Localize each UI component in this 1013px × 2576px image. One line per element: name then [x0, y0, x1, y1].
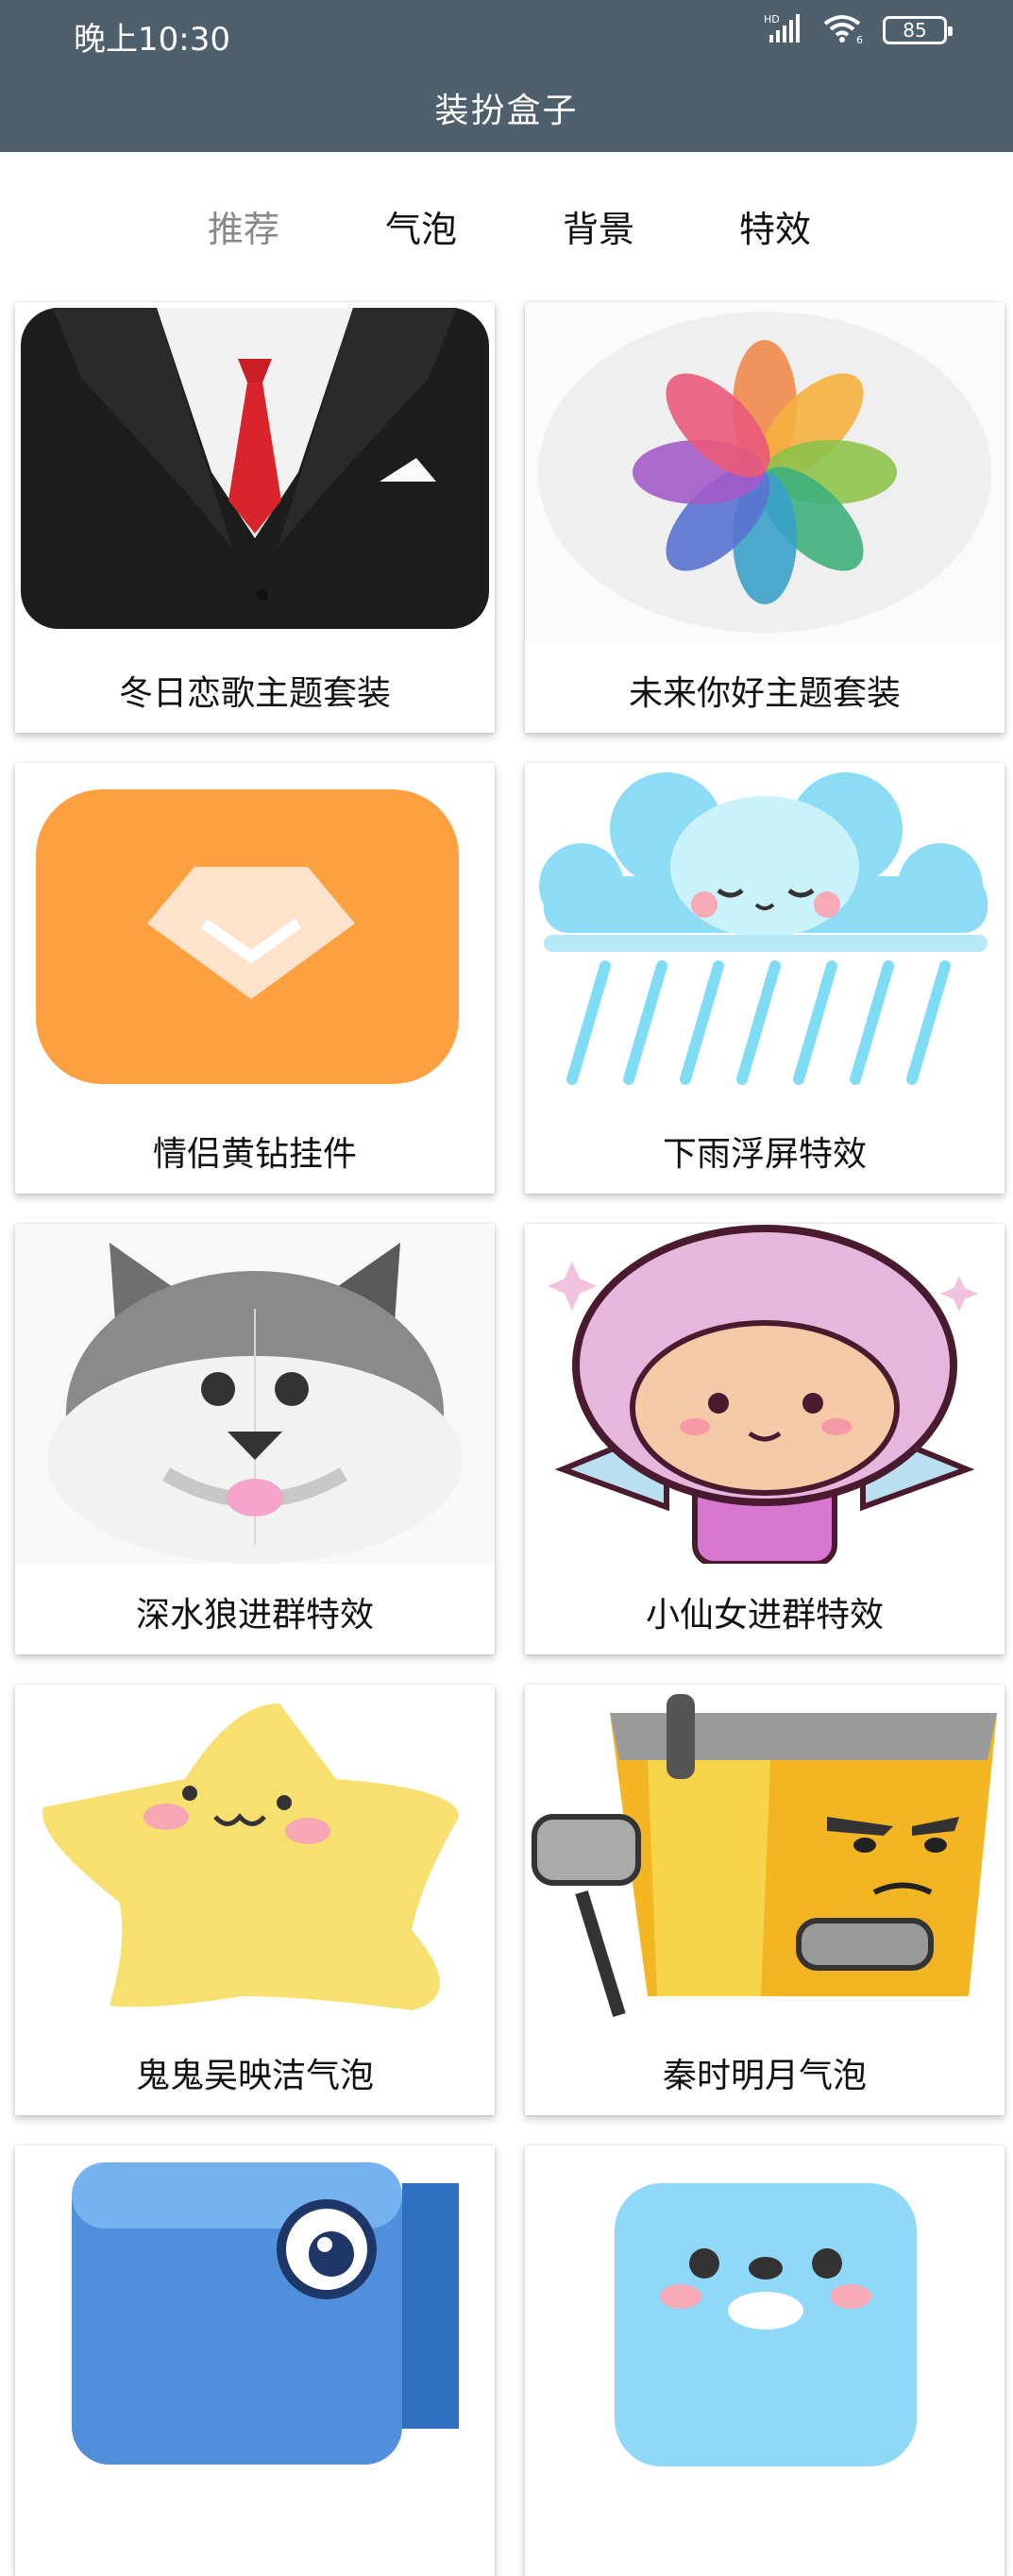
tab-bubble[interactable]: 气泡: [385, 200, 457, 252]
item-title: 鬼鬼吴映洁气泡: [135, 2057, 374, 2095]
fairy-icon: [525, 1224, 1005, 1564]
item-card[interactable]: 情侣黄钻挂件: [15, 763, 495, 1194]
item-card[interactable]: 未来你好主题套装: [525, 302, 1005, 733]
tab-recommend[interactable]: 推荐: [208, 200, 279, 252]
item-card[interactable]: [15, 2145, 495, 2576]
status-icons: HD 6 85: [764, 11, 953, 49]
item-card[interactable]: 下雨浮屏特效: [525, 763, 1005, 1194]
flower-petals-icon: [525, 302, 1005, 642]
item-title: 深水狼进群特效: [135, 1596, 374, 1635]
suit-icon: [15, 302, 495, 642]
category-tabs: 推荐 气泡 背景 特效: [0, 187, 1013, 263]
wifi-icon: 6: [822, 12, 866, 48]
battery-icon: 85: [883, 16, 953, 44]
item-title: 秦时明月气泡: [662, 2057, 867, 2095]
husky-icon: [15, 1224, 495, 1564]
diamond-icon: [15, 763, 495, 1103]
signal-icon: HD: [764, 12, 805, 48]
item-title: 小仙女进群特效: [645, 1596, 884, 1635]
tab-background[interactable]: 背景: [563, 200, 634, 252]
item-title: 冬日恋歌主题套装: [118, 674, 391, 713]
page-title: 装扮盒子: [434, 92, 579, 130]
blue-face-icon: [525, 2145, 1005, 2485]
battery-level: 85: [903, 19, 927, 42]
rain-cloud-icon: [525, 763, 1005, 1103]
star-face-icon: [15, 1685, 495, 2025]
status-time: 晚上10:30: [74, 21, 230, 59]
box-robot-icon: [525, 1685, 1005, 2025]
item-card[interactable]: 小仙女进群特效: [525, 1224, 1005, 1654]
wifi-sub-label: 6: [856, 34, 863, 44]
item-title: 下雨浮屏特效: [662, 1135, 867, 1174]
app-header: 晚上10:30 HD 6 85 装扮盒子: [0, 0, 1013, 152]
network-type-label: HD: [764, 13, 780, 25]
item-card[interactable]: 深水狼进群特效: [15, 1224, 495, 1654]
item-card[interactable]: 鬼鬼吴映洁气泡: [15, 1685, 495, 2115]
item-card[interactable]: 秦时明月气泡: [525, 1685, 1005, 2115]
tab-effects[interactable]: 特效: [739, 200, 811, 252]
blue-block-icon: [15, 2145, 495, 2485]
item-card[interactable]: 冬日恋歌主题套装: [15, 302, 495, 733]
item-title: 情侣黄钻挂件: [152, 1135, 357, 1174]
item-title: 未来你好主题套装: [628, 674, 901, 713]
item-card[interactable]: [525, 2145, 1005, 2576]
